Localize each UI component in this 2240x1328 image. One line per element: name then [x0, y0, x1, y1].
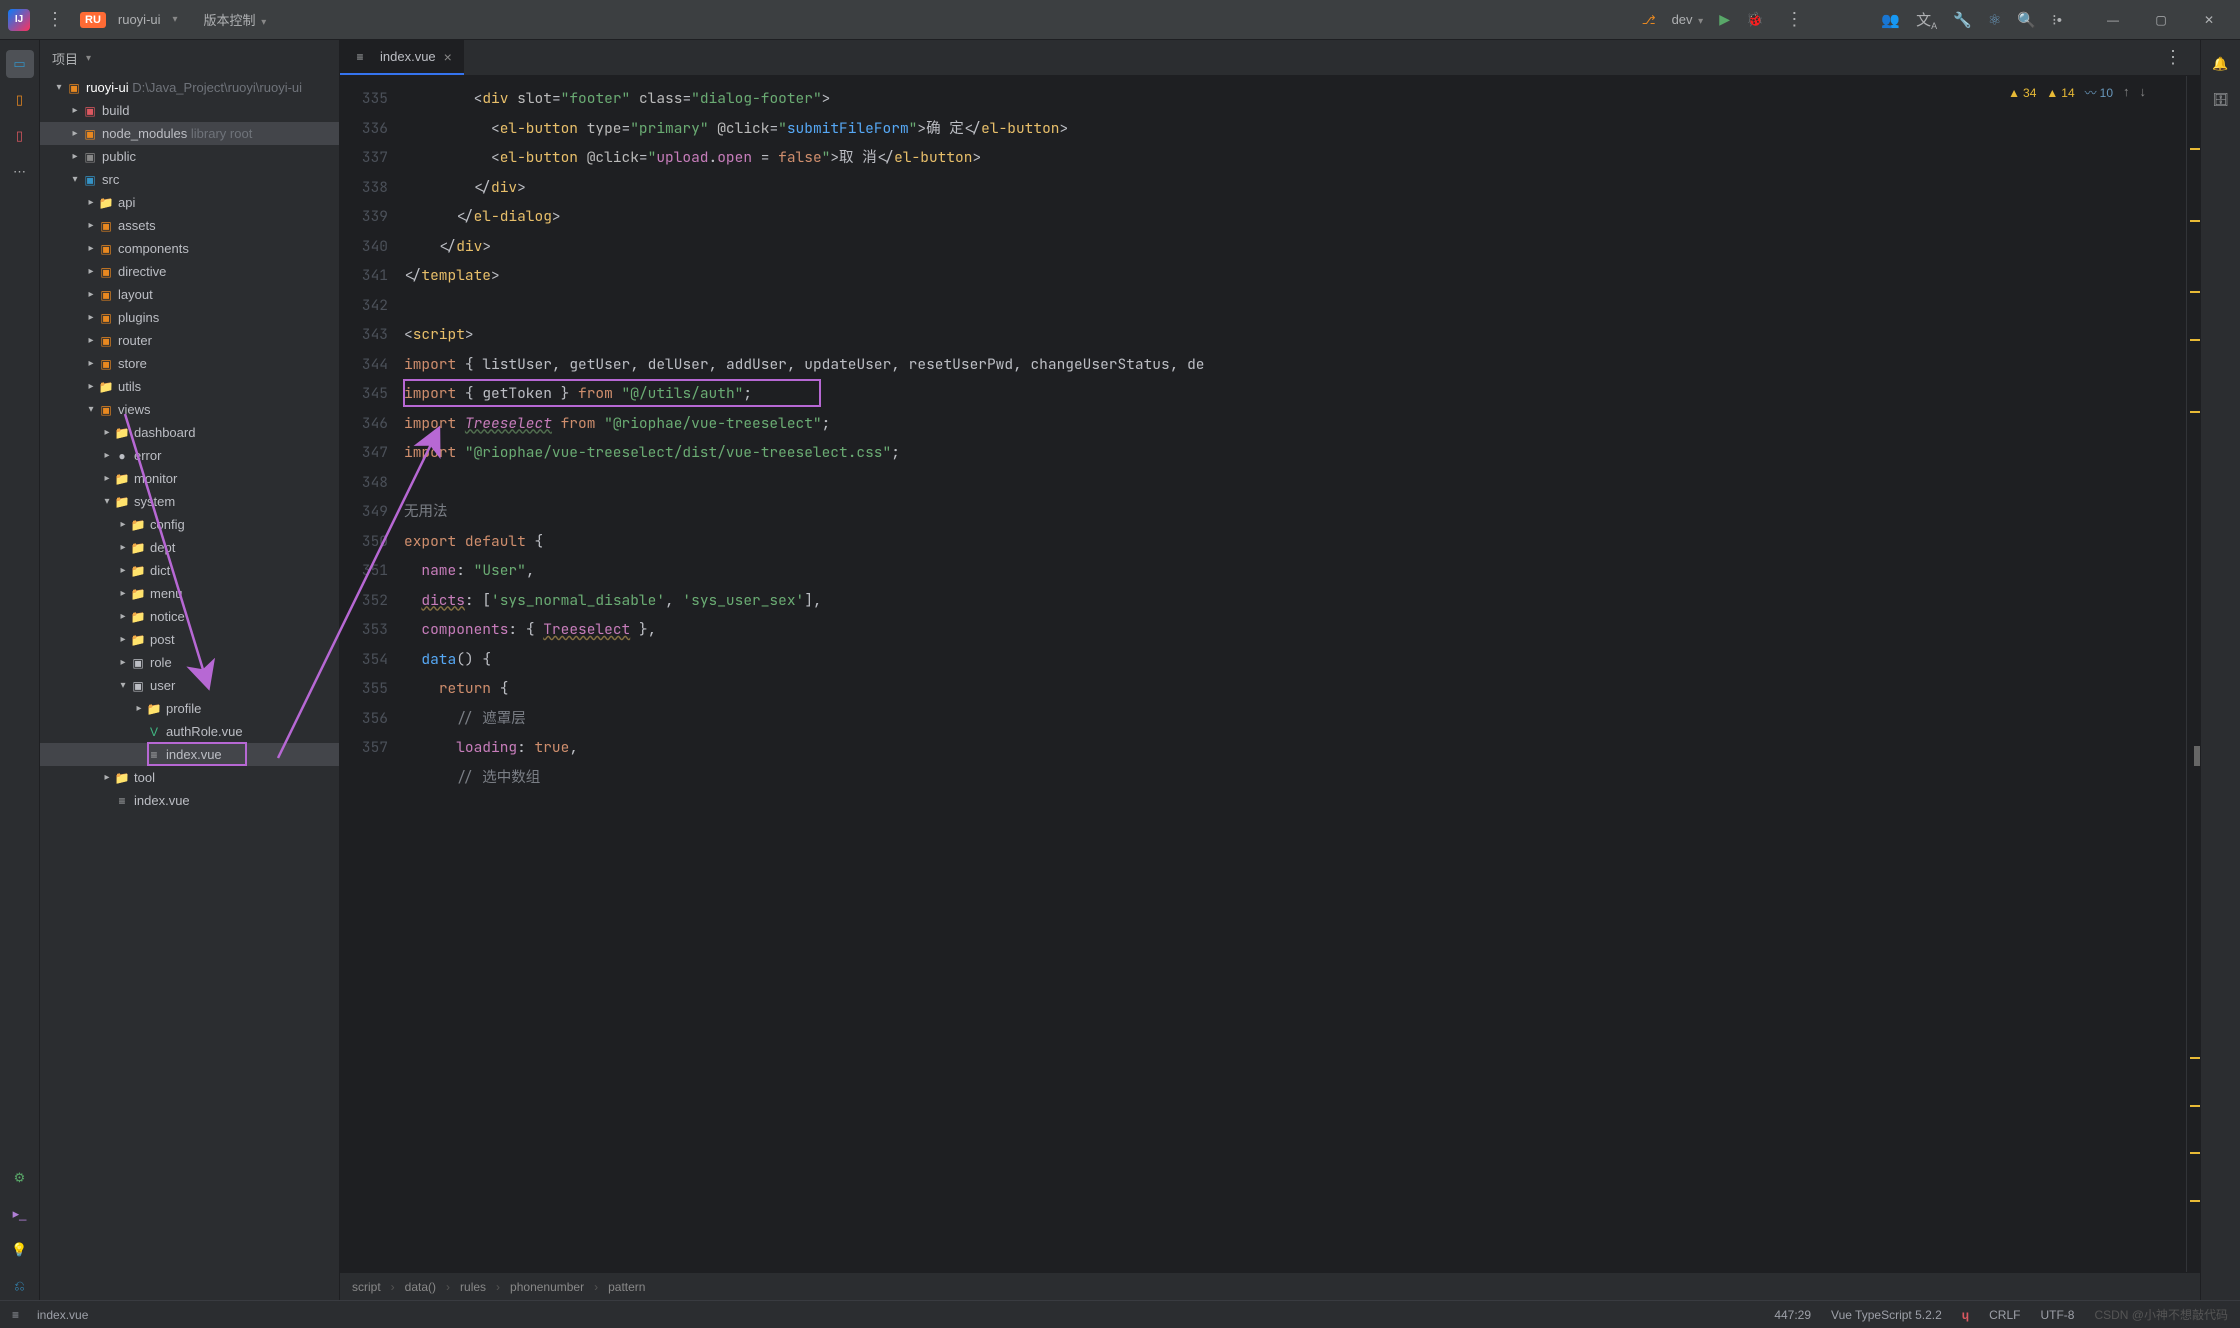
tree-node-views[interactable]: ▾▣views [40, 398, 339, 421]
inspection-badges[interactable]: ▲ 34 ▲ 14 〰 10 ↑ ↓ [2008, 84, 2146, 101]
breadcrumb[interactable]: script›data()›rules›phonenumber›pattern [340, 1272, 2200, 1300]
code-lines[interactable]: <div slot="footer" class="dialog-footer"… [404, 76, 2186, 1272]
tree-node-api[interactable]: ▸📁api [40, 191, 339, 214]
tree-node-monitor[interactable]: ▸📁monitor [40, 467, 339, 490]
tree-node-dict[interactable]: ▸📁dict [40, 559, 339, 582]
tab-index-vue[interactable]: ≡ index.vue × [340, 40, 464, 75]
line-gutter: 3353363373383393403413423433443453463473… [340, 76, 404, 1272]
status-bar: ≡ index.vue 447:29 Vue TypeScript 5.2.2 … [0, 1300, 2240, 1328]
status-file-icon: ≡ [12, 1308, 19, 1322]
tree-node-user[interactable]: ▾▣user [40, 674, 339, 697]
breadcrumb-item[interactable]: data() [405, 1280, 436, 1294]
notifications-icon[interactable]: 🔔 [2207, 50, 2235, 78]
tree-node-utils[interactable]: ▸📁utils [40, 375, 339, 398]
search-icon[interactable]: 🔍 [2017, 11, 2036, 29]
tree-node-layout[interactable]: ▸▣layout [40, 283, 339, 306]
app-icon: IJ [8, 9, 30, 31]
tree-node-menu[interactable]: ▸📁menu [40, 582, 339, 605]
cursor-position[interactable]: 447:29 [1774, 1308, 1811, 1322]
breadcrumb-item[interactable]: script [352, 1280, 381, 1294]
branch-icon: ⎇ [1642, 13, 1656, 27]
typo-badge[interactable]: 〰 10 [2085, 84, 2113, 101]
people-icon[interactable]: 👥 [1881, 11, 1900, 29]
left-tool-rail: ▭ ▯ ▯ ⋯ ⚙ ▸_ 💡 ⎌ [0, 40, 40, 1300]
project-tree: 项目 ▾ ▾▣ruoyi-ui D:\Java_Project\ruoyi\ru… [40, 40, 340, 1300]
settings-icon[interactable]: ⁝• [2052, 11, 2062, 29]
branch-name[interactable]: dev ▾ [1672, 12, 1704, 27]
tree-node-directive[interactable]: ▸▣directive [40, 260, 339, 283]
line-ending[interactable]: CRLF [1989, 1308, 2020, 1322]
project-name[interactable]: ruoyi-ui [118, 12, 161, 27]
tree-node-node_modules[interactable]: ▸▣node_modules library root [40, 122, 339, 145]
atom-icon[interactable]: ⚛ [1988, 11, 2001, 29]
up-arrow-icon[interactable]: ↑ [2123, 84, 2130, 101]
structure-icon[interactable]: ▯ [6, 122, 34, 150]
main-menu-icon[interactable]: ⋮ [40, 9, 70, 30]
status-file: index.vue [37, 1308, 88, 1322]
tree-node-post[interactable]: ▸📁post [40, 628, 339, 651]
encoding[interactable]: UTF-8 [2040, 1308, 2074, 1322]
vcs-menu[interactable]: 版本控制 ▾ [204, 10, 267, 29]
tree-node-components[interactable]: ▸▣components [40, 237, 339, 260]
maximize-button[interactable]: ▢ [2138, 5, 2184, 35]
tree-node-system[interactable]: ▾📁system [40, 490, 339, 513]
right-tool-rail: 🔔 🗄 [2200, 40, 2240, 1300]
tree-node-build[interactable]: ▸▣build [40, 99, 339, 122]
bulb-icon[interactable]: 💡 [6, 1236, 34, 1264]
breadcrumb-item[interactable]: phonenumber [510, 1280, 584, 1294]
tree-node-tool[interactable]: ▸📁tool [40, 766, 339, 789]
tree-node-dashboard[interactable]: ▸📁dashboard [40, 421, 339, 444]
breadcrumb-item[interactable]: rules [460, 1280, 486, 1294]
tree-node-public[interactable]: ▸▣public [40, 145, 339, 168]
close-button[interactable]: ✕ [2186, 5, 2232, 35]
terminal-icon[interactable]: ▸_ [6, 1200, 34, 1228]
tree-node-index-vue[interactable]: ≡index.vue [40, 789, 339, 812]
language-mode[interactable]: Vue TypeScript 5.2.2 [1831, 1308, 1942, 1322]
run-icon[interactable]: ▶ [1719, 11, 1730, 28]
chevron-down-icon[interactable]: ▾ [86, 53, 91, 64]
translate-icon[interactable]: 文A [1916, 9, 1937, 31]
tree-node-store[interactable]: ▸▣store [40, 352, 339, 375]
tree-node-dept[interactable]: ▸📁dept [40, 536, 339, 559]
database-icon[interactable]: 🗄 [2207, 86, 2235, 114]
tree-node-assets[interactable]: ▸▣assets [40, 214, 339, 237]
tree-node-config[interactable]: ▸📁config [40, 513, 339, 536]
vue-file-icon: ≡ [352, 50, 368, 64]
breadcrumb-item[interactable]: pattern [608, 1280, 645, 1294]
error-badge[interactable]: ▲ 34 [2008, 84, 2036, 101]
watermark: CSDN @小神不想敲代码 [2094, 1306, 2228, 1323]
more-tool-icon[interactable]: ⋯ [6, 158, 34, 186]
tree-node-router[interactable]: ▸▣router [40, 329, 339, 352]
warning-badge[interactable]: ▲ 14 [2046, 84, 2074, 101]
minimize-button[interactable]: — [2090, 5, 2136, 35]
down-arrow-icon[interactable]: ↓ [2140, 84, 2147, 101]
git-icon[interactable]: ⎌ [6, 1272, 34, 1300]
wrench-icon[interactable]: 🔧 [1953, 11, 1972, 29]
tree-node-notice[interactable]: ▸📁notice [40, 605, 339, 628]
tree-node-error[interactable]: ▸●error [40, 444, 339, 467]
tree-node-profile[interactable]: ▸📁profile [40, 697, 339, 720]
title-bar: IJ ⋮ RU ruoyi-ui ▾ 版本控制 ▾ ⎇ dev ▾ ▶ 🐞 ⋮ … [0, 0, 2240, 40]
tree-node-role[interactable]: ▸▣role [40, 651, 339, 674]
debug-icon[interactable]: 🐞 [1746, 11, 1763, 28]
editor: ≡ index.vue × ⋮ ▲ 34 ▲ 14 〰 10 ↑ ↓ 33533… [340, 40, 2200, 1300]
tabs-more-icon[interactable]: ⋮ [2158, 47, 2188, 68]
tree-node-src[interactable]: ▾▣src [40, 168, 339, 191]
tree-title: 项目 [52, 49, 78, 68]
tree-node-index-vue[interactable]: ≡index.vue [40, 743, 339, 766]
project-badge: RU [80, 12, 106, 28]
run-more-icon[interactable]: ⋮ [1779, 9, 1809, 30]
project-tool-icon[interactable]: ▭ [6, 50, 34, 78]
chevron-down-icon: ▾ [173, 14, 178, 25]
tree-node-authRole-vue[interactable]: VauthRole.vue [40, 720, 339, 743]
tree-root[interactable]: ▾▣ruoyi-ui D:\Java_Project\ruoyi\ruoyi-u… [40, 76, 339, 99]
tree-node-plugins[interactable]: ▸▣plugins [40, 306, 339, 329]
close-icon[interactable]: × [444, 49, 452, 65]
editor-tabs: ≡ index.vue × ⋮ [340, 40, 2200, 76]
minimap[interactable] [2186, 76, 2200, 1272]
gear-icon[interactable]: ⚙ [6, 1164, 34, 1192]
bookmarks-icon[interactable]: ▯ [6, 86, 34, 114]
y-icon[interactable]: ɥ [1962, 1308, 1969, 1322]
